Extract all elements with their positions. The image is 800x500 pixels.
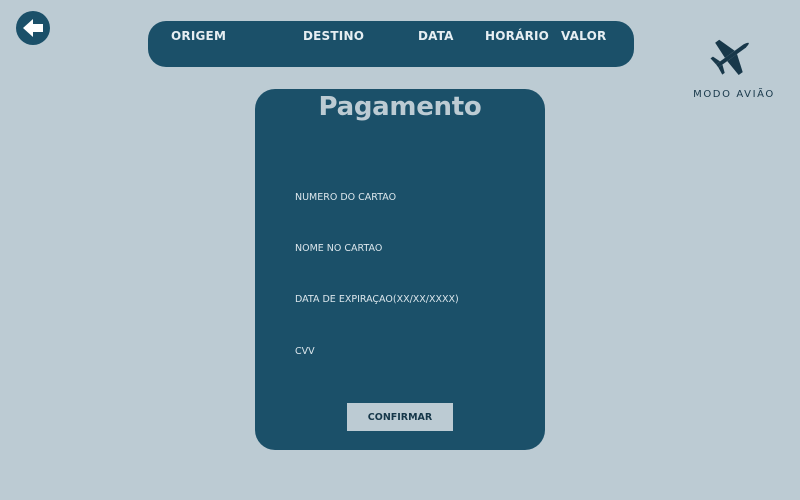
header-col-origem: ORIGEM bbox=[171, 29, 227, 43]
arrow-left-icon bbox=[23, 19, 43, 37]
back-button[interactable] bbox=[16, 11, 50, 45]
header-col-destino: DESTINO bbox=[303, 29, 365, 43]
flight-summary-bar: ORIGEM DESTINO DATA HORÁRIO VALOR bbox=[148, 21, 634, 67]
page-title: Pagamento bbox=[318, 92, 482, 122]
card-number-input[interactable] bbox=[295, 186, 505, 208]
brand-logo: MODO AVIÃO bbox=[688, 28, 780, 104]
brand-name: MODO AVIÃO bbox=[693, 89, 775, 100]
header-col-data: DATA bbox=[418, 29, 454, 43]
expiration-date-input[interactable] bbox=[295, 288, 505, 310]
cvv-input[interactable] bbox=[295, 340, 505, 362]
confirm-button[interactable]: CONFIRMAR bbox=[347, 403, 453, 431]
header-col-valor: VALOR bbox=[561, 29, 607, 43]
header-col-horario: HORÁRIO bbox=[485, 29, 550, 43]
card-name-input[interactable] bbox=[295, 237, 505, 259]
airplane-icon bbox=[710, 39, 749, 76]
payment-card: Pagamento CONFIRMAR bbox=[255, 89, 545, 450]
